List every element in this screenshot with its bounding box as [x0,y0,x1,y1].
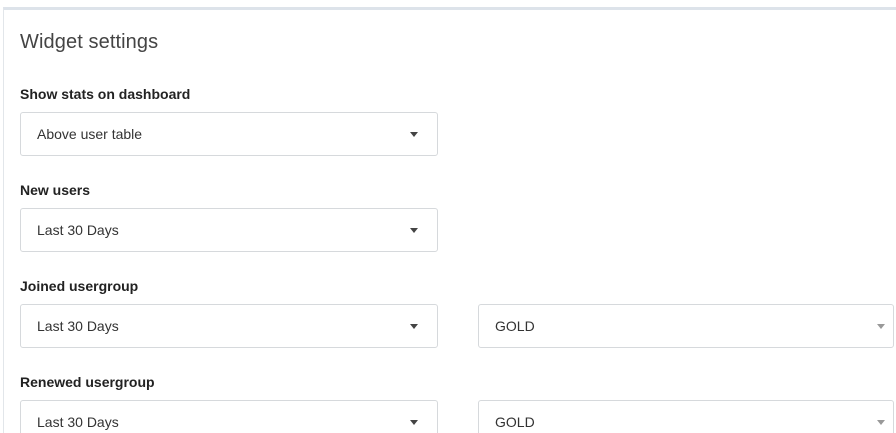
new-users-select[interactable]: Last 30 Days [20,208,438,252]
widget-settings-panel: Widget settings Show stats on dashboard … [3,7,896,433]
caret-down-icon [877,324,885,329]
joined-usergroup-period-select[interactable]: Last 30 Days [20,304,438,348]
show-stats-label: Show stats on dashboard [20,86,191,102]
joined-usergroup-period-value: Last 30 Days [37,318,119,334]
show-stats-select[interactable]: Above user table [20,112,438,156]
caret-down-icon [410,420,418,425]
new-users-value: Last 30 Days [37,222,119,238]
renewed-usergroup-group-value: GOLD [495,414,535,430]
panel-title: Widget settings [20,31,159,53]
new-users-label: New users [20,182,91,198]
renewed-usergroup-group-select[interactable]: GOLD [478,400,894,433]
caret-down-icon [410,324,418,329]
joined-usergroup-group-select[interactable]: GOLD [478,304,894,348]
renewed-usergroup-period-value: Last 30 Days [37,414,119,430]
joined-usergroup-group-value: GOLD [495,318,535,334]
renewed-usergroup-period-select[interactable]: Last 30 Days [20,400,438,433]
show-stats-value: Above user table [37,126,143,142]
joined-usergroup-label: Joined usergroup [20,278,139,294]
caret-down-icon [410,132,418,137]
renewed-usergroup-label: Renewed usergroup [20,374,155,390]
caret-down-icon [410,228,418,233]
caret-down-icon [877,420,885,425]
